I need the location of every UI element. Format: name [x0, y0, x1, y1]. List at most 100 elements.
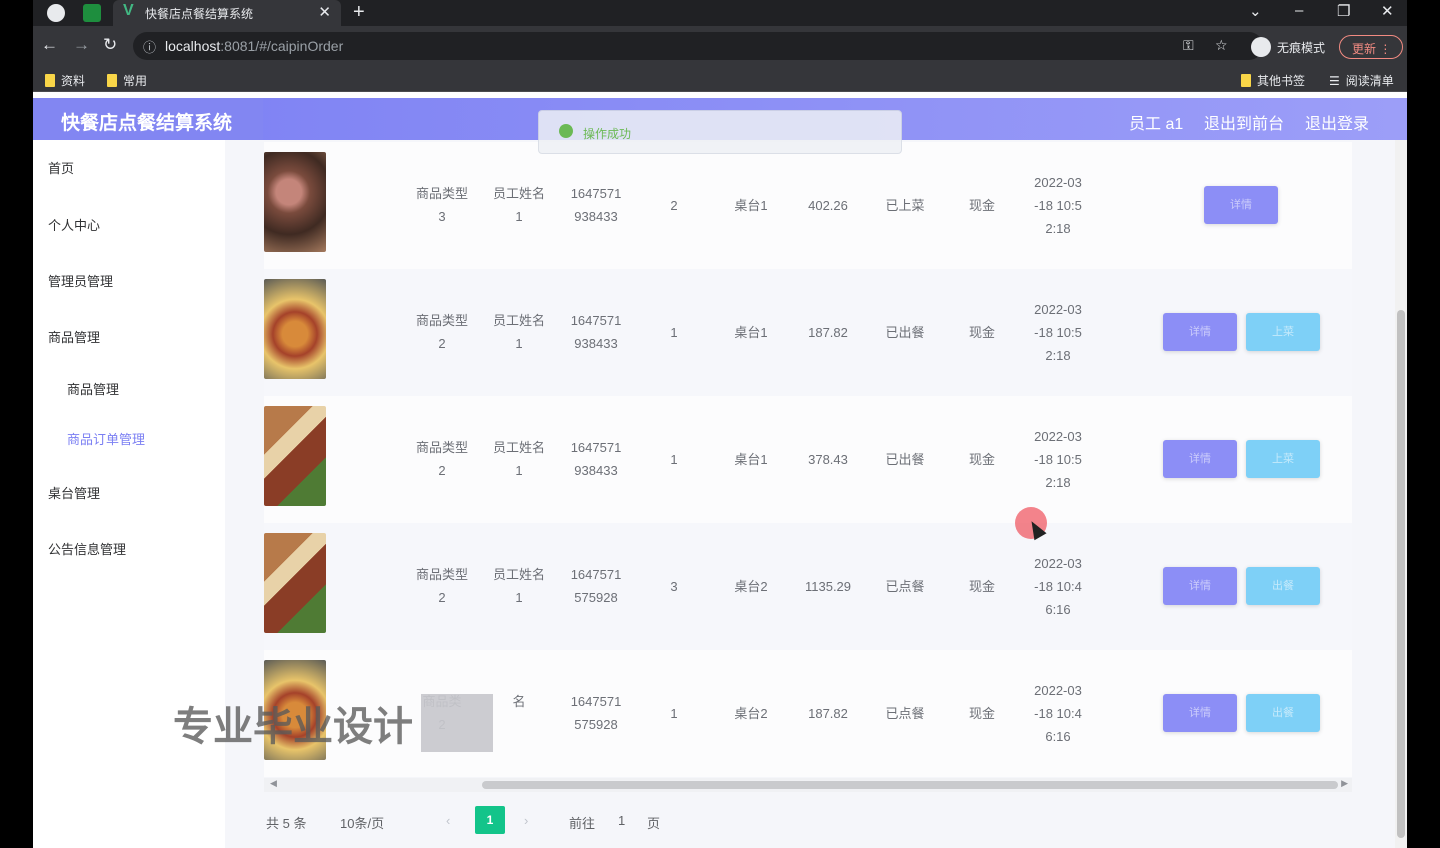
- detail-button[interactable]: 详情: [1163, 440, 1237, 478]
- scroll-right-icon[interactable]: ▶: [1341, 778, 1348, 789]
- sidebar-item-goods[interactable]: 商品管理: [48, 327, 100, 346]
- reading-list-icon: ☰: [1329, 73, 1340, 88]
- address-bar[interactable]: ⓘ localhost:8081/#/caipinOrder ⚿ ☆: [133, 32, 1263, 60]
- cell-table: 桌台2: [734, 579, 768, 594]
- cell-product-type: 商品类型 2: [415, 567, 468, 605]
- cell-employee-name: 员工姓名 1: [492, 186, 545, 224]
- active-tab[interactable]: V 快餐店点餐结算系统 ✕: [113, 0, 341, 26]
- update-button[interactable]: 更新 ⋮: [1339, 35, 1403, 59]
- goto-page-input[interactable]: 1: [618, 813, 625, 828]
- cell-table: 桌台2: [734, 706, 768, 721]
- cell-price: 378.43: [808, 452, 848, 467]
- cell-employee-name: 员工姓名 1: [492, 440, 545, 478]
- blur-overlay: [421, 694, 493, 752]
- scroll-left-icon[interactable]: ◀: [270, 778, 277, 789]
- browser-toolbar: ← → ↻ ⓘ localhost:8081/#/caipinOrder ⚿ ☆…: [33, 26, 1407, 66]
- key-icon[interactable]: ⚿: [1183, 37, 1194, 54]
- tab-close-icon[interactable]: ✕: [318, 3, 331, 21]
- minimize-icon[interactable]: –: [1295, 2, 1303, 19]
- next-page-icon[interactable]: ›: [524, 813, 528, 828]
- product-thumbnail: [264, 406, 326, 506]
- cell-quantity: 3: [670, 579, 678, 594]
- sidebar-item-notices[interactable]: 公告信息管理: [48, 539, 126, 558]
- sidebar-item-home[interactable]: 首页: [48, 158, 74, 177]
- vertical-scroll-thumb[interactable]: [1397, 310, 1405, 838]
- sidebar-subitem-goods[interactable]: 商品管理: [67, 379, 119, 398]
- pagination-total: 共 5 条: [266, 816, 307, 831]
- cell-price: 187.82: [808, 706, 848, 721]
- prev-page-icon[interactable]: ‹: [446, 813, 450, 828]
- browser-window: V 快餐店点餐结算系统 ✕ + ⌄ – ❐ ✕ ← → ↻ ⓘ localhos…: [33, 0, 1407, 848]
- close-window-icon[interactable]: ✕: [1381, 2, 1394, 20]
- forward-icon[interactable]: →: [73, 35, 90, 55]
- status-action-button[interactable]: 上菜: [1246, 440, 1320, 478]
- page-unit-label: 页: [647, 816, 661, 831]
- cell-quantity: 1: [670, 452, 678, 467]
- vue-favicon-icon: V: [123, 2, 134, 19]
- cell-status: 已出餐: [885, 452, 925, 467]
- cell-status: 已点餐: [885, 579, 925, 594]
- status-action-button[interactable]: 上菜: [1246, 313, 1320, 351]
- bookmarks-bar: 资料 常用 其他书签 ☰ 阅读清单: [33, 66, 1407, 92]
- restore-icon[interactable]: ❐: [1337, 2, 1350, 20]
- other-bookmarks[interactable]: 其他书签: [1241, 72, 1305, 89]
- detail-button[interactable]: 详情: [1204, 186, 1278, 224]
- back-to-front-link[interactable]: 退出到前台: [1204, 110, 1284, 134]
- reload-icon[interactable]: ↻: [103, 35, 117, 55]
- goto-label: 前往: [569, 816, 596, 831]
- check-circle-icon: [559, 124, 573, 138]
- folder-icon: [45, 74, 55, 87]
- product-thumbnail: [264, 279, 326, 379]
- cell-order-no: 1647571 938433: [570, 313, 622, 351]
- bookmark-folder-2[interactable]: 常用: [107, 72, 147, 89]
- back-icon[interactable]: ←: [41, 35, 58, 55]
- bookmark-star-icon[interactable]: ☆: [1215, 37, 1228, 54]
- vertical-scrollbar[interactable]: [1395, 140, 1407, 848]
- site-info-icon[interactable]: ⓘ: [143, 37, 156, 56]
- incognito-indicator[interactable]: 无痕模式: [1251, 37, 1325, 57]
- cell-price: 1135.29: [804, 579, 852, 594]
- status-action-button[interactable]: 出餐: [1246, 567, 1320, 605]
- cell-table: 桌台1: [734, 198, 768, 213]
- horizontal-scrollbar[interactable]: ◀ ▶: [264, 778, 1352, 792]
- cell-payment: 现金: [968, 579, 995, 594]
- status-action-button[interactable]: 出餐: [1246, 694, 1320, 732]
- cell-order-no: 1647571 575928: [570, 567, 622, 605]
- sheet-app-icon[interactable]: [83, 4, 101, 22]
- cell-product-type: 商品类型 2: [415, 313, 468, 351]
- product-thumbnail: [264, 152, 326, 252]
- reading-list[interactable]: ☰ 阅读清单: [1329, 72, 1394, 89]
- page-current[interactable]: 1: [475, 806, 505, 834]
- page-size-select[interactable]: 10条/页: [340, 813, 384, 832]
- detail-button[interactable]: 详情: [1163, 313, 1237, 351]
- cell-quantity: 2: [670, 198, 678, 213]
- folder-icon: [1241, 74, 1251, 87]
- tab-search-icon[interactable]: ⌄: [1249, 2, 1262, 20]
- toast-message: 操作成功: [583, 127, 632, 141]
- new-tab-icon[interactable]: +: [353, 1, 365, 24]
- horizontal-scroll-thumb[interactable]: [482, 781, 1338, 789]
- cell-payment: 现金: [968, 198, 995, 213]
- folder-icon: [107, 74, 117, 87]
- cell-price: 402.26: [808, 198, 848, 213]
- detail-button[interactable]: 详情: [1163, 567, 1237, 605]
- sidebar-item-profile[interactable]: 个人中心: [48, 215, 100, 234]
- cell-time: 2022-03 -18 10:5 2:18: [1034, 302, 1082, 363]
- globe-icon[interactable]: [47, 4, 65, 22]
- sidebar-item-tables[interactable]: 桌台管理: [48, 483, 100, 502]
- sidebar-item-admin[interactable]: 管理员管理: [48, 271, 113, 290]
- table-row: 商品类型 2 员工姓名 1 1647571 575928 3 桌台2 1135.29 已点餐 现金 2…: [264, 523, 1352, 650]
- bookmark-folder-1[interactable]: 资料: [45, 72, 85, 89]
- sidebar-subitem-goods-orders[interactable]: 商品订单管理: [67, 429, 145, 448]
- cell-product-type: 商品类型 2: [415, 440, 468, 478]
- cell-payment: 现金: [968, 325, 995, 340]
- table-row: 商品类型 2 员工姓名 1 1647571 938433 1 桌台1 378.43 已出餐 现金 20…: [264, 396, 1352, 523]
- table-row: 商品类型 2 员工姓名 1 1647571 938433 1 桌台1 187.82 已出餐 现金 20…: [264, 269, 1352, 396]
- watermark-text: 专业毕业设计: [173, 704, 413, 750]
- table-row: 商品类型 3 员工姓名 1 1647571 938433 2 桌台1 402.26 已上菜 现金 20…: [264, 142, 1352, 269]
- cell-payment: 现金: [968, 706, 995, 721]
- cell-status: 已出餐: [885, 325, 925, 340]
- logout-link[interactable]: 退出登录: [1305, 110, 1369, 134]
- detail-button[interactable]: 详情: [1163, 694, 1237, 732]
- cell-payment: 现金: [968, 452, 995, 467]
